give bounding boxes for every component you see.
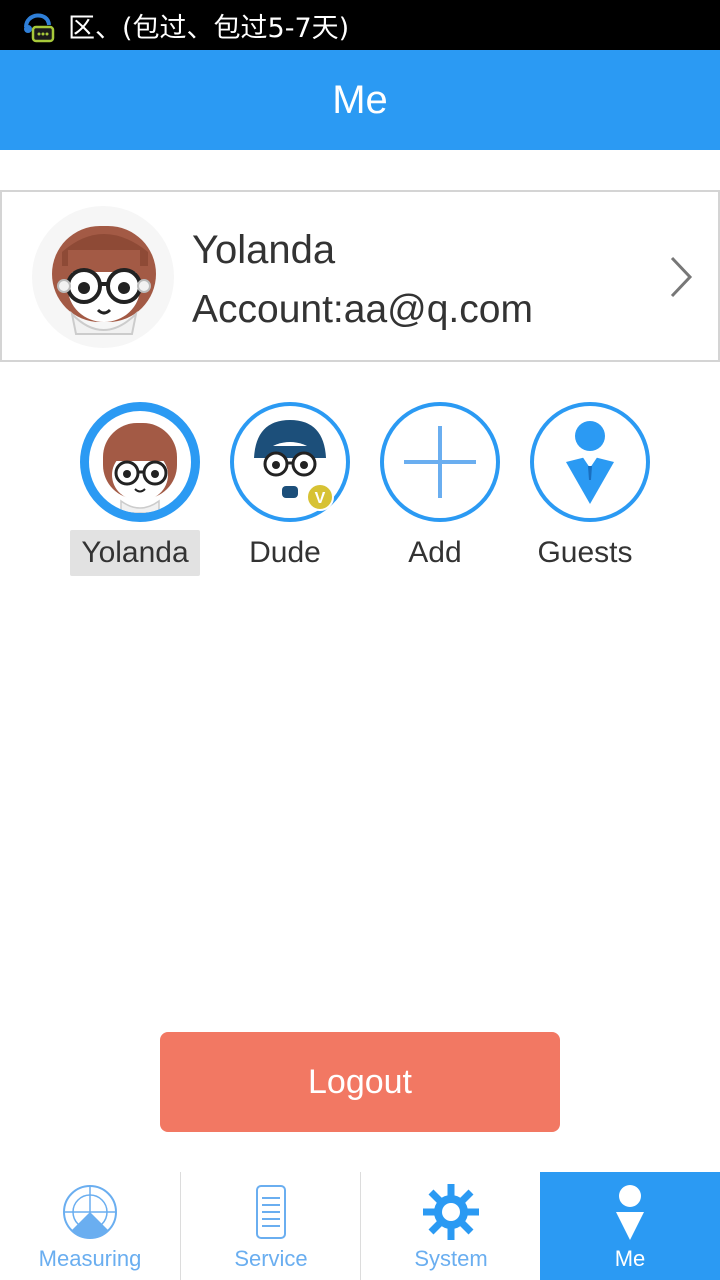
member-label: Guests xyxy=(537,536,633,569)
radar-icon xyxy=(63,1185,117,1239)
nav-label: Measuring xyxy=(38,1246,142,1271)
guests-button[interactable]: Guests xyxy=(515,400,655,580)
member-dude[interactable]: V Dude xyxy=(215,400,355,580)
nav-label: Service xyxy=(234,1246,308,1271)
logout-button[interactable]: Logout xyxy=(160,1032,560,1132)
status-bar: 区、(包过、包过5-7天) xyxy=(0,0,720,50)
status-text: 区、(包过、包过5-7天) xyxy=(68,12,350,44)
member-label: Yolanda xyxy=(70,530,200,576)
profile-card[interactable]: Yolanda Account:aa@q.com xyxy=(0,190,720,362)
nav-item-system[interactable]: System xyxy=(360,1172,540,1280)
plus-icon xyxy=(404,426,476,498)
nav-label: System xyxy=(414,1246,488,1271)
member-label: Dude xyxy=(249,536,321,569)
guest-person-icon xyxy=(566,421,614,504)
nav-item-me[interactable]: Me xyxy=(540,1172,720,1280)
nav-label: Me xyxy=(614,1246,646,1271)
profile-name: Yolanda xyxy=(192,228,336,272)
chevron-right-icon xyxy=(670,256,693,298)
add-circle xyxy=(380,402,500,522)
gear-icon xyxy=(423,1184,479,1240)
document-icon xyxy=(256,1185,286,1239)
bottom-nav: Measuring Service System Me xyxy=(0,1172,720,1280)
page-title: Me xyxy=(332,77,388,122)
nav-item-measuring[interactable]: Measuring xyxy=(0,1172,180,1280)
chat-notification-icon xyxy=(24,13,55,43)
profile-account: Account:aa@q.com xyxy=(192,288,533,331)
nav-item-service[interactable]: Service xyxy=(180,1172,360,1280)
girl-avatar-icon xyxy=(103,423,177,513)
person-icon xyxy=(616,1185,644,1240)
girl-avatar-icon xyxy=(52,226,156,335)
add-member-button[interactable]: Add xyxy=(365,400,505,580)
member-label: Add xyxy=(408,536,462,569)
member-yolanda[interactable]: Yolanda xyxy=(65,400,205,580)
avatar xyxy=(32,206,174,348)
title-bar: Me xyxy=(0,50,720,150)
verified-badge-text: V xyxy=(315,490,326,507)
member-avatar xyxy=(80,402,200,522)
guests-circle xyxy=(530,402,650,522)
verified-badge-icon: V xyxy=(306,483,334,511)
